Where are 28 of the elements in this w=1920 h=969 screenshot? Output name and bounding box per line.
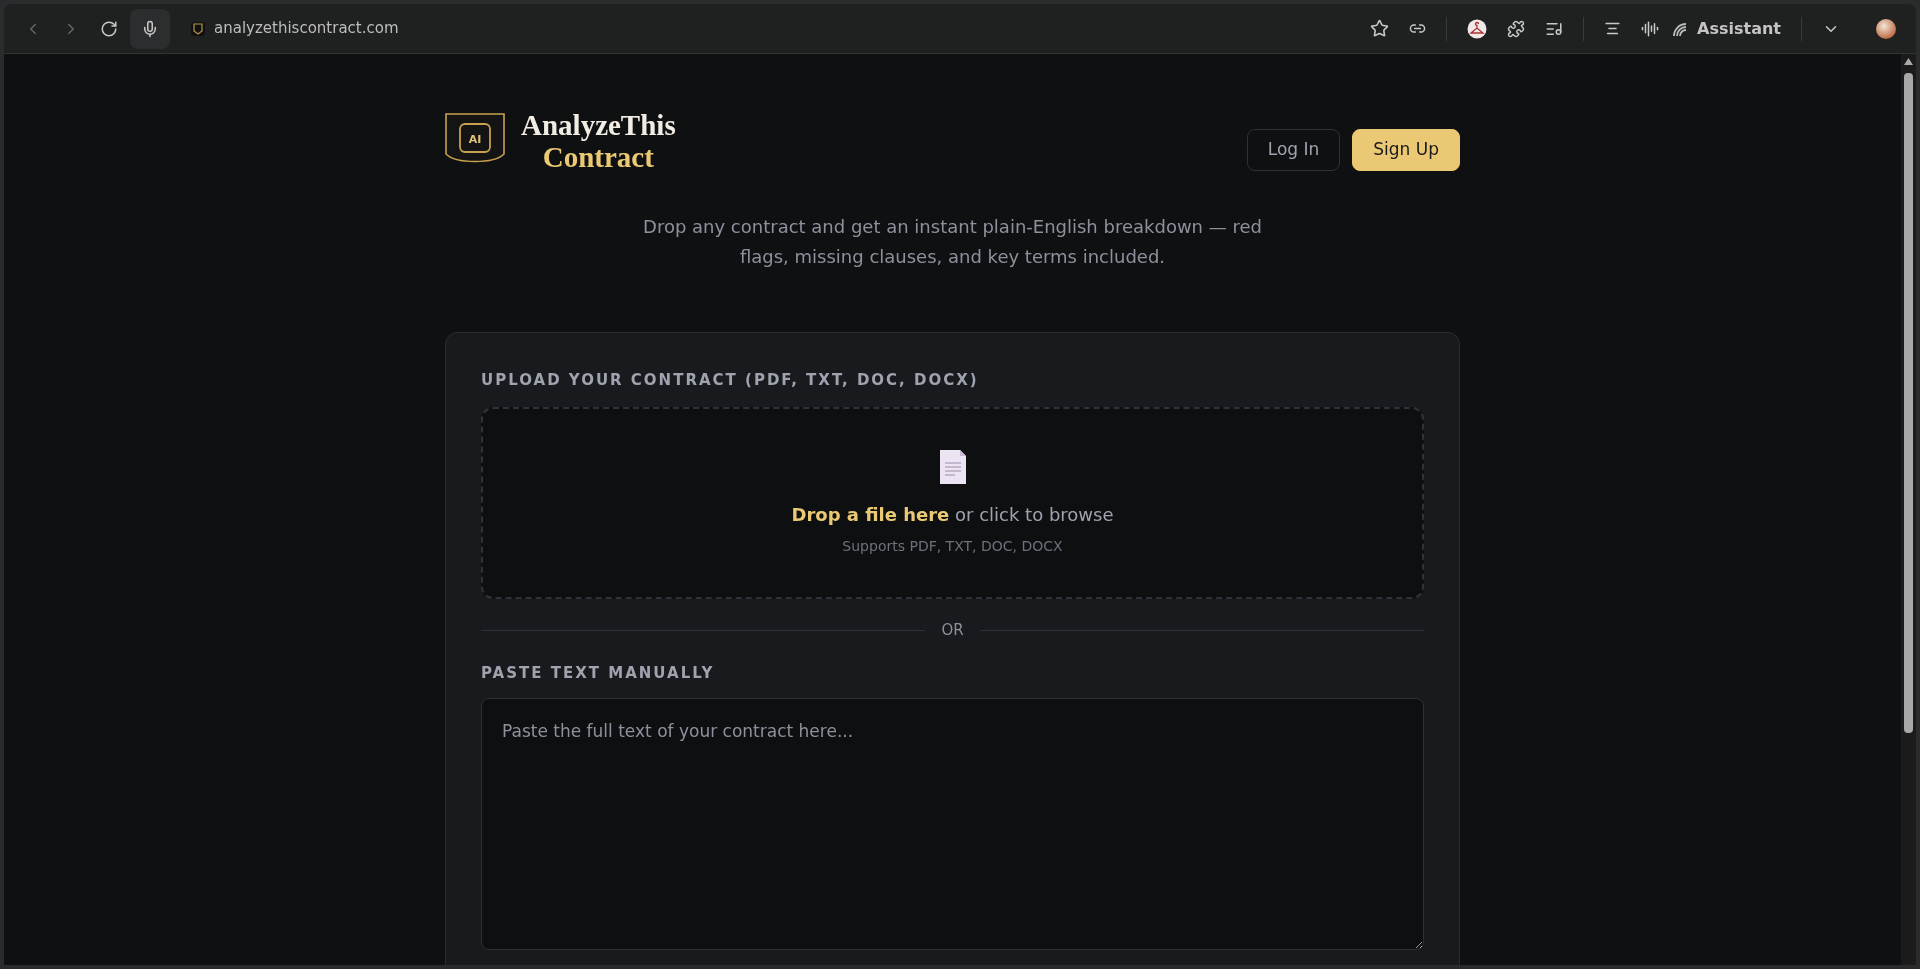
- document-icon: [938, 449, 967, 486]
- star-icon[interactable]: [1370, 19, 1390, 38]
- tagline: Drop any contract and get an instant plain-English breakdown — red flags, missing clauses, and key terms included.: [642, 214, 1263, 269]
- microphone-button[interactable]: [130, 8, 170, 49]
- reader-icon[interactable]: [1604, 20, 1622, 37]
- puzzle-icon[interactable]: [1507, 19, 1526, 38]
- audio-icon[interactable]: [1641, 19, 1660, 38]
- scroll-up-icon[interactable]: [1904, 58, 1913, 65]
- assistant-label[interactable]: Assistant: [1697, 16, 1781, 41]
- scrollbar[interactable]: [1901, 54, 1916, 965]
- logo-badge-text: AI: [468, 132, 482, 146]
- paste-label: PASTE TEXT MANUALLY: [481, 662, 716, 684]
- profile-avatar[interactable]: [1876, 18, 1896, 39]
- microphone-icon: [141, 19, 159, 38]
- hanger-icon[interactable]: [1467, 18, 1488, 39]
- logo-subtitle: Contract: [542, 141, 654, 174]
- upload-label: UPLOAD YOUR CONTRACT (PDF, TXT, DOC, DOCX): [481, 369, 980, 391]
- shield-icon: [190, 20, 206, 37]
- supported-formats: Supports PDF, TXT, DOC, DOCX: [842, 537, 1063, 557]
- or-divider-text: OR: [941, 620, 964, 642]
- logo-title: AnalyzeThis: [521, 110, 676, 142]
- log-in-button[interactable]: Log In: [1246, 128, 1341, 171]
- file-drop-zone[interactable]: Drop a file here or click to browse Supports PDF, TXT, DOC, DOCX: [481, 407, 1424, 600]
- drop-instruction: Drop a file here or click to browse: [791, 503, 1114, 528]
- contract-text-area[interactable]: Paste the full text of your contract here...: [481, 698, 1424, 951]
- address-bar[interactable]: analyzethiscontract.com: [214, 17, 399, 40]
- reload-icon[interactable]: [100, 19, 118, 38]
- sign-up-button[interactable]: Sign Up: [1352, 128, 1460, 171]
